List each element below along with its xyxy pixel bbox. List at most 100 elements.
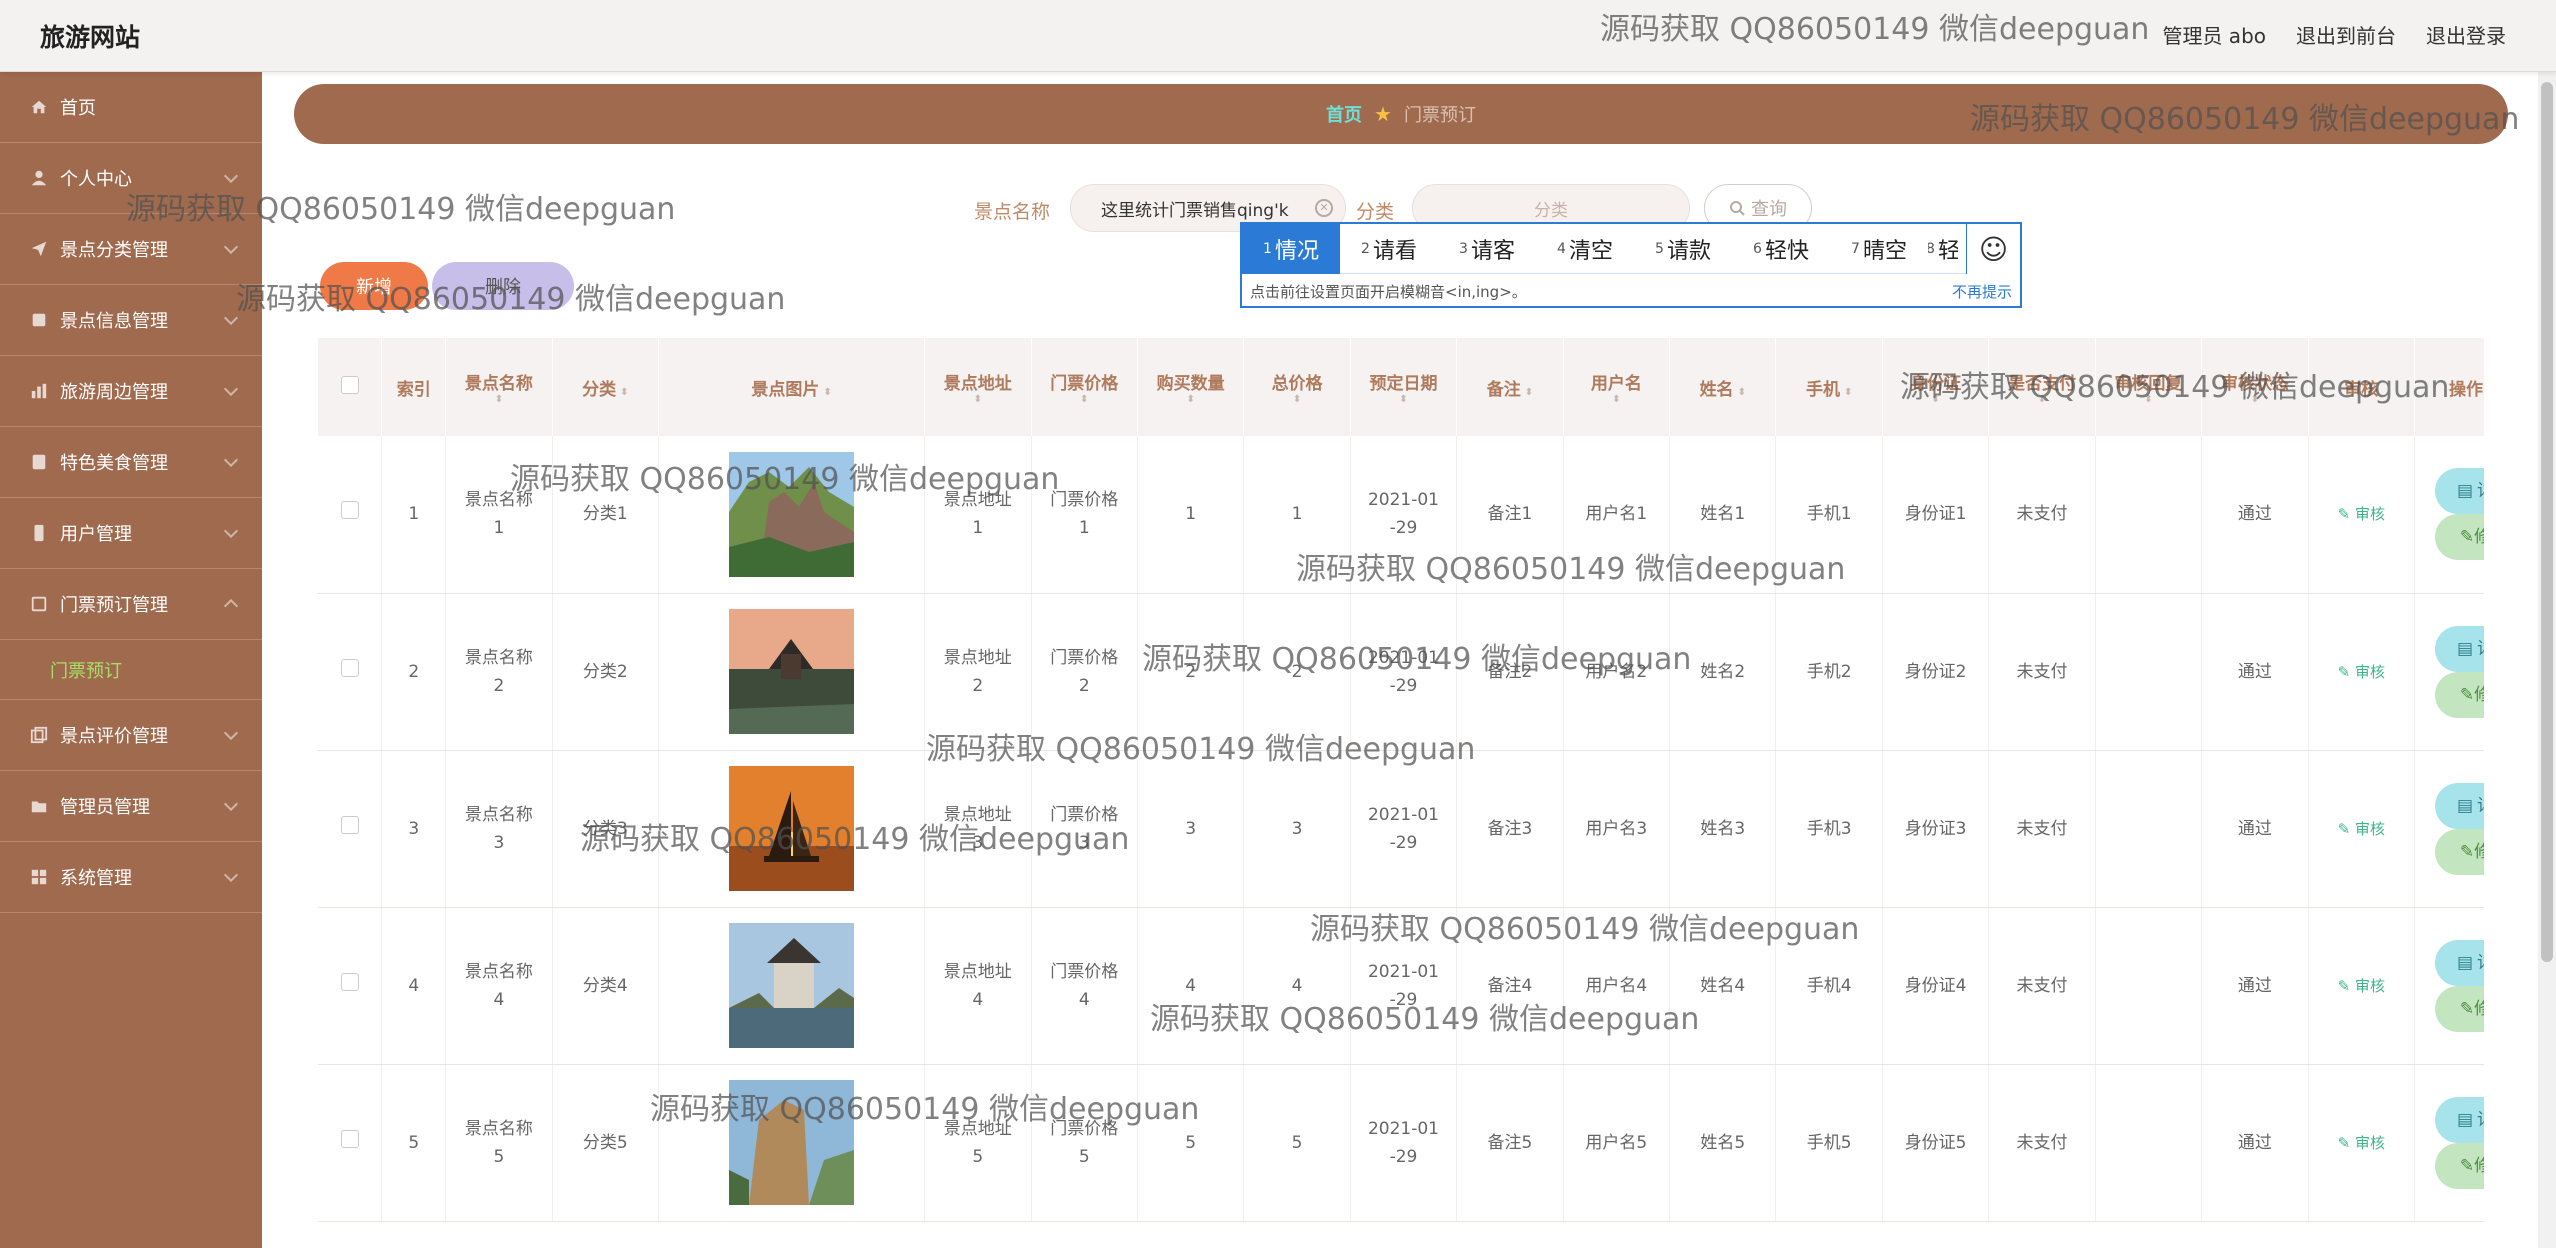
sort-icon: ⬍ [973,393,982,405]
row-checkbox[interactable] [340,1129,359,1148]
ime-candidate[interactable]: 6 轻快 [1732,224,1830,274]
ime-candidate[interactable]: 5 请款 [1634,224,1732,274]
edit-pen-icon: ✎ [2337,819,2355,838]
sidebar-item-label: 管理员管理 [60,797,150,818]
sidebar-item-admin[interactable]: 管理员管理 [0,771,262,842]
detail-button[interactable]: ▤详情 [2435,782,2484,829]
column-header[interactable]: 姓名 ⬍ [1669,338,1777,436]
breadcrumb-home[interactable]: 首页 [1326,101,1362,127]
ime-candidate[interactable]: 8轻 [1928,224,1958,274]
row-checkbox[interactable] [340,972,359,991]
sort-icon: ⬍ [494,393,504,405]
ime-candidate[interactable]: 1 情况 [1242,223,1340,274]
cell-category: 分类2 [552,593,660,751]
cell-reply [2095,436,2203,594]
audit-link[interactable]: ✎ 审核 [2338,663,2385,681]
cell-audit: ✎ 审核 [2308,593,2416,751]
column-header[interactable]: 备注 ⬍ [1456,338,1564,436]
cell-image [658,1064,926,1222]
row-checkbox[interactable] [340,815,359,834]
edit-pen-icon: ✎ [2459,1155,2475,1176]
column-header[interactable]: 购买数量 ⬍ [1137,338,1245,436]
spot-image[interactable] [729,451,855,577]
sidebar-item-spot-info[interactable]: 景点信息管理 [0,285,262,356]
cell-address: 景点地址 2 [924,593,1032,751]
row-checkbox[interactable] [340,501,359,520]
sort-icon: ⬍ [1292,393,1302,405]
cell-price: 门票价格 3 [1031,750,1138,908]
row-checkbox[interactable] [340,658,359,677]
spot-image[interactable] [729,923,855,1048]
sidebar-item-label: 用户管理 [60,524,132,545]
sidebar-item-category[interactable]: 景点分类管理 [0,214,262,285]
detail-button[interactable]: ▤详情 [2435,625,2484,672]
cell-spot-name: 景点名称 4 [445,907,553,1065]
column-header[interactable]: 景点图片 ⬍ [658,338,926,436]
home-icon [31,100,47,114]
column-header[interactable]: 手机 ⬍ [1775,338,1883,436]
scrollbar-thumb[interactable] [2541,82,2553,962]
audit-link[interactable]: ✎ 审核 [2338,977,2385,995]
sidebar-item-system[interactable]: 系统管理 [0,842,262,913]
spot-image[interactable] [729,609,855,734]
sidebar-item-home[interactable]: 首页 [0,72,262,143]
sidebar-item-ticket[interactable]: 门票预订管理 [0,569,262,640]
mobile-icon [34,524,44,542]
column-header[interactable]: 审核回复 ⬍ [2095,338,2203,436]
document-icon: ▤ [2456,952,2474,973]
sidebar-item-food[interactable]: 特色美食管理 [0,427,262,498]
column-header[interactable]: 分类 ⬍ [552,338,660,436]
no-remind-link[interactable]: 不再提示 [1952,281,2012,302]
ime-candidate[interactable]: 3 请客 [1438,224,1536,274]
edit-button[interactable]: ✎ 修改 [2435,671,2484,718]
column-header[interactable]: 是否支付 ⬍ [1988,338,2096,436]
column-header[interactable]: 门票价格 ⬍ [1031,338,1138,436]
ime-candidate[interactable]: 2 请看 [1340,224,1438,274]
sidebar-item-users[interactable]: 用户管理 [0,498,262,569]
logout-link[interactable]: 退出登录 [2426,20,2506,49]
sort-icon: ⬍ [823,386,832,398]
sidebar-item-profile[interactable]: 个人中心 [0,143,262,214]
audit-link[interactable]: ✎ 审核 [2338,505,2385,523]
column-header[interactable]: 景点地址 ⬍ [924,338,1032,436]
table-header-row: 索引 景点名称 ⬍ 分类 ⬍ 景点图片 ⬍ 景点地址 ⬍ 门票价格 ⬍ 购买数量 ⬍ 总价格… [318,338,2484,436]
select-all-checkbox[interactable] [340,375,359,394]
edit-button[interactable]: ✎ 修改 [2435,1142,2484,1189]
chevron-down-icon [223,381,239,397]
cell-actions: ▤详情✎ 修改 [2414,593,2484,751]
detail-button[interactable]: ▤详情 [2435,468,2484,515]
audit-link[interactable]: ✎ 审核 [2338,820,2385,838]
spot-image[interactable] [729,766,855,891]
edit-button[interactable]: ✎ 修改 [2435,828,2484,875]
add-button[interactable]: 新增 [320,262,428,310]
column-header[interactable]: 预定日期 ⬍ [1350,338,1458,436]
sidebar-item-review[interactable]: 景点评价管理 [0,700,262,771]
column-header[interactable]: 用户名 ⬍ [1563,338,1671,436]
sidebar-item-label: 门票预订管理 [60,595,168,616]
detail-button[interactable]: ▤详情 [2435,939,2484,986]
cell-spot-name: 景点名称 1 [445,436,553,594]
clear-icon[interactable]: ✕ [1315,199,1333,217]
column-header[interactable]: 总价格 ⬍ [1243,338,1351,436]
ime-candidate[interactable]: 7 晴空 [1830,224,1928,274]
delete-button[interactable]: 删除 [432,262,574,310]
sort-icon: ⬍ [1399,393,1408,405]
column-header[interactable]: 景点名称 ⬍ [445,338,553,436]
ime-candidate-list: 1 情况 2 请看 3 请客 4 清空 5 请款 6 轻快 7 晴空 8轻 ☺ [1242,223,2020,274]
edit-button[interactable]: ✎ 修改 [2435,514,2484,561]
cell-image [658,907,926,1065]
sidebar-item-label: 特色美食管理 [60,453,168,474]
ime-candidate[interactable]: 4 清空 [1536,224,1634,274]
sidebar-item-nearby[interactable]: 旅游周边管理 [0,356,262,427]
ime-hint-text[interactable]: 点击前往设置页面开启模糊音<in,ing>。 [1250,281,1527,302]
audit-link[interactable]: ✎ 审核 [2338,1134,2385,1152]
vertical-scrollbar[interactable] [2538,72,2556,1248]
emoji-icon[interactable]: ☺ [1966,224,2020,274]
column-header[interactable]: 身份证 ⬍ [1882,338,1990,436]
column-header[interactable]: 审核状态 ⬍ [2201,338,2309,436]
sidebar-subitem-ticket-booking[interactable]: 门票预订 [0,640,262,700]
edit-button[interactable]: ✎ 修改 [2435,985,2484,1032]
exit-to-front-link[interactable]: 退出到前台 [2296,20,2396,49]
detail-button[interactable]: ▤详情 [2435,1096,2484,1143]
spot-image[interactable] [729,1080,855,1205]
